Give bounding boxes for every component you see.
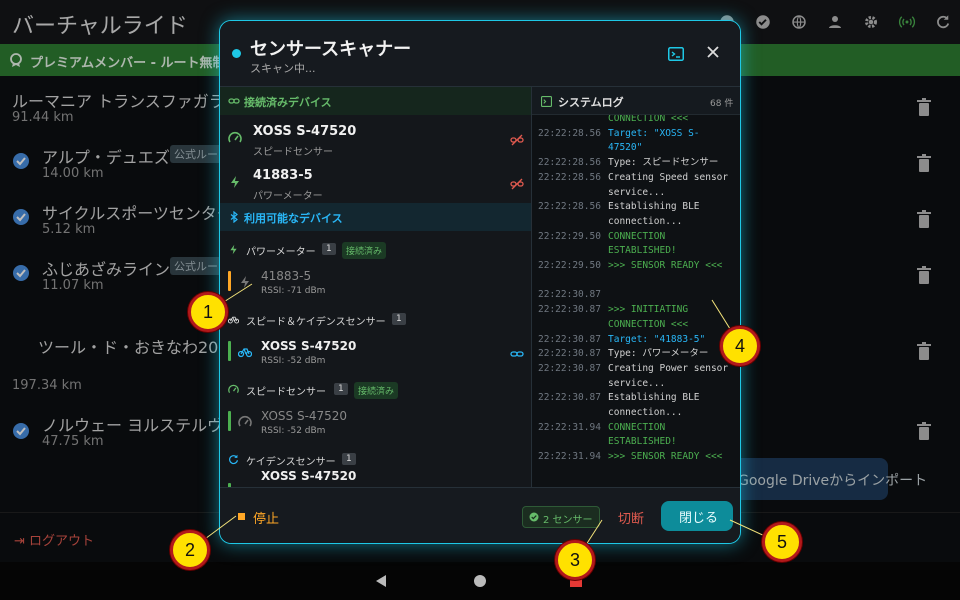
callout-2: 2 bbox=[170, 530, 210, 570]
callout-number: 5 bbox=[776, 531, 787, 552]
callout-number: 3 bbox=[569, 549, 580, 570]
callout-number: 4 bbox=[734, 335, 745, 356]
callout-leaders bbox=[189, 283, 783, 563]
callout-number: 2 bbox=[184, 539, 195, 560]
callout-4: 4 bbox=[720, 326, 760, 366]
callout-3: 3 bbox=[555, 540, 595, 580]
callout-1: 1 bbox=[188, 292, 228, 332]
callout-number: 1 bbox=[202, 301, 213, 322]
callout-5: 5 bbox=[762, 522, 802, 562]
